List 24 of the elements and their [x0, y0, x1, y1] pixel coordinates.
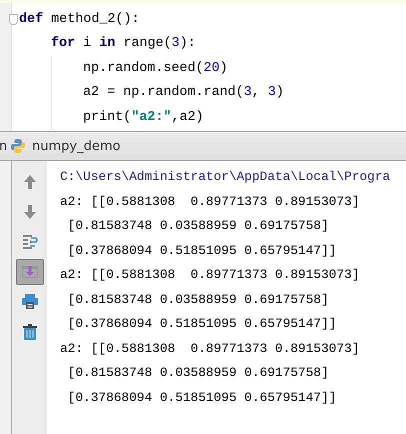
output-line: [0.37868094 0.51851095 0.65795147]] [66, 315, 338, 333]
fold-marker-icon[interactable] [9, 14, 18, 25]
code-editor[interactable]: def method_2(): for i in range(3): np.random.seed(20) a2 = np.random.rand(3, 3) print("a2:",a2) [0, 0, 406, 131]
panel-label: n [0, 138, 6, 154]
output-line: [0.37868094 0.51851095 0.65795147]] [66, 242, 338, 260]
code-line: a2 = np.random.rand(3, 3) [83, 85, 284, 100]
soft-wrap-icon [20, 233, 38, 251]
scroll-to-end-icon [20, 263, 38, 281]
python-logo-icon [10, 138, 26, 154]
code-line: print("a2:",a2) [83, 110, 204, 125]
trash-icon [20, 323, 38, 341]
run-tab[interactable]: numpy_demo [6, 132, 126, 160]
code-line: np.random.seed(20) [83, 60, 228, 76]
output-line: C:\Users\Administrator\AppData\Local\Progra [60, 168, 392, 186]
output-line: [0.81583748 0.03588959 0.69175758] [66, 364, 330, 382]
output-line: [0.81583748 0.03588959 0.69175758] [66, 290, 330, 308]
output-line: a2: [[0.5881308 0.89771373 0.89153073] [60, 266, 360, 284]
code-line: def method_2(): [19, 12, 140, 27]
output-line: a2: [[0.5881308 0.89771373 0.89153073] [60, 340, 360, 358]
output-line: [0.81583748 0.03588959 0.69175758] [66, 217, 330, 235]
output-line: [0.37868094 0.51851095 0.65795147]] [66, 388, 338, 406]
code-line: for i in range(3): [51, 36, 196, 52]
output-line: a2: [[0.5881308 0.89771373 0.89153073] [60, 192, 360, 210]
printer-icon [20, 293, 38, 311]
